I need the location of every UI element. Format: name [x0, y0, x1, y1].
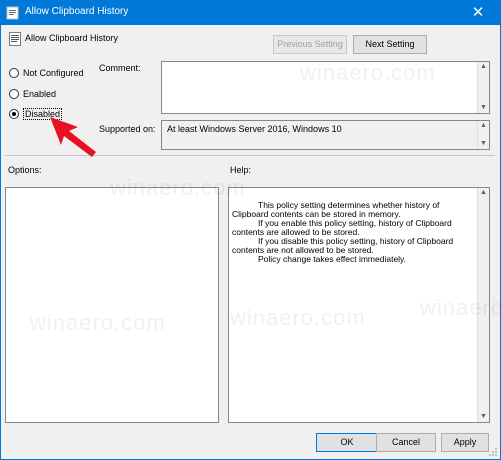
help-paragraph: If you enable this policy setting, histo… — [232, 218, 452, 237]
help-paragraph: This policy setting determines whether h… — [232, 200, 440, 219]
options-label: Options: — [8, 165, 42, 175]
scroll-down-icon[interactable]: ▼ — [478, 103, 489, 113]
supported-on-label: Supported on: — [99, 124, 156, 134]
policy-title: Allow Clipboard History — [25, 33, 119, 43]
policy-setting-icon — [9, 32, 21, 46]
radio-circle — [9, 68, 19, 78]
radio-circle-checked — [9, 109, 19, 119]
watermark: winaero.com — [230, 305, 366, 330]
scroll-down-icon[interactable]: ▼ — [478, 139, 489, 149]
close-button[interactable]: ✕ — [456, 1, 500, 25]
scroll-up-icon[interactable]: ▲ — [478, 188, 489, 198]
help-paragraph: If you disable this policy setting, hist… — [232, 236, 454, 255]
cancel-button[interactable]: Cancel — [376, 433, 436, 452]
radio-label: Enabled — [23, 89, 57, 99]
help-paragraph: Policy change takes effect immediately. — [258, 254, 407, 264]
help-text: This policy setting determines whether h… — [232, 201, 472, 264]
policy-icon — [6, 6, 19, 20]
ok-button[interactable]: OK — [316, 433, 378, 452]
scroll-down-icon[interactable]: ▼ — [478, 412, 489, 422]
watermark: winaero.com — [110, 175, 246, 200]
close-icon: ✕ — [471, 4, 485, 21]
comment-scrollbar[interactable]: ▲ ▼ — [477, 62, 489, 113]
watermark: winaero.com — [30, 310, 166, 335]
section-divider — [5, 155, 495, 156]
window-title: Allow Clipboard History — [25, 6, 129, 17]
apply-button[interactable]: Apply — [441, 433, 489, 452]
radio-circle — [9, 89, 19, 99]
radio-enabled[interactable]: Enabled — [9, 87, 56, 101]
radio-label: Disabled — [23, 108, 63, 120]
title-bar[interactable]: Allow Clipboard History ✕ — [1, 1, 500, 25]
scroll-up-icon[interactable]: ▲ — [478, 121, 489, 131]
radio-not-configured[interactable]: Not Configured — [9, 66, 84, 80]
radio-label: Not Configured — [23, 68, 84, 78]
resize-grip-icon[interactable] — [488, 447, 498, 457]
options-panel — [5, 187, 219, 423]
previous-setting-button[interactable]: Previous Setting — [273, 35, 347, 54]
supported-on-value: At least Windows Server 2016, Windows 10 — [167, 124, 342, 134]
scroll-up-icon[interactable]: ▲ — [478, 62, 489, 72]
supported-on-field: At least Windows Server 2016, Windows 10… — [161, 120, 490, 150]
watermark: winaero.com — [300, 60, 436, 85]
next-setting-button[interactable]: Next Setting — [353, 35, 427, 54]
comment-label: Comment: — [99, 63, 141, 73]
radio-disabled[interactable]: Disabled — [9, 107, 63, 121]
watermark: winaero.com — [420, 295, 501, 320]
help-label: Help: — [230, 165, 252, 175]
supported-scrollbar[interactable]: ▲ ▼ — [477, 121, 489, 149]
